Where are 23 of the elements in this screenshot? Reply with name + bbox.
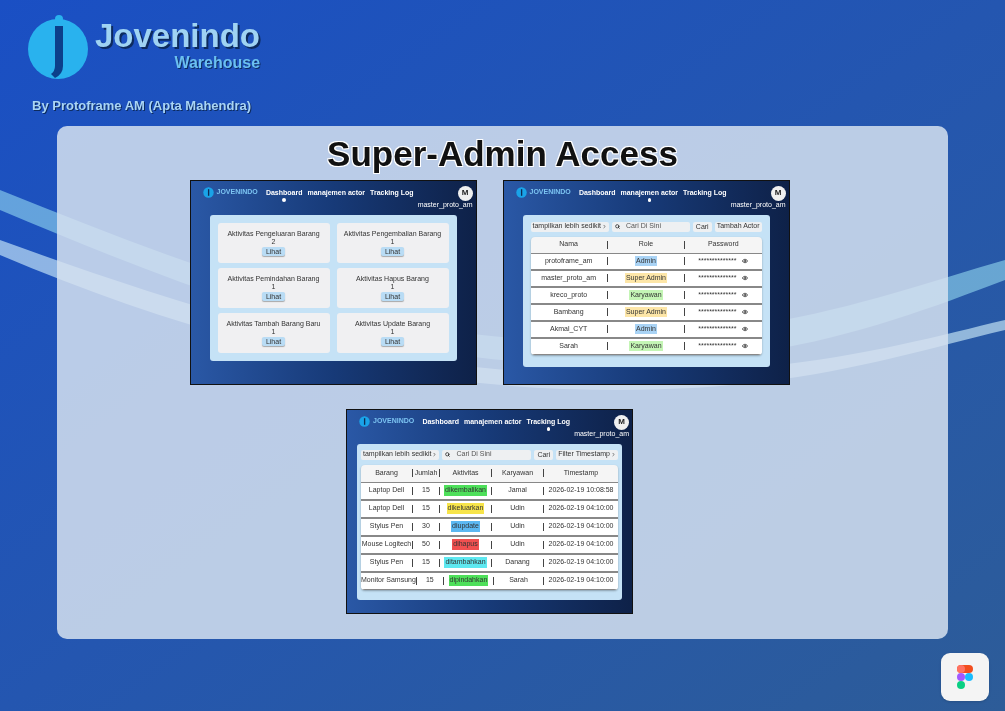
brand-name: Jovenindo [95,18,261,54]
logo-icon [515,186,527,198]
app-logo-icon[interactable] [941,653,989,701]
logo-icon [359,415,370,427]
search-icon [445,452,451,457]
eye-icon[interactable] [742,275,749,281]
eye-icon[interactable] [742,258,749,264]
logo-icon [202,186,214,198]
chevron-icon [602,224,607,229]
avatar[interactable]: M [457,185,473,201]
search-icon [615,224,620,229]
panel-title: Super-Admin Access [327,132,678,175]
eye-icon[interactable] [742,343,749,349]
avatar[interactable]: M [614,414,629,430]
eye-icon[interactable] [742,292,749,298]
brand-subtitle: Warehouse [174,54,261,71]
eye-icon[interactable] [742,309,749,315]
chevron-icon [611,452,616,457]
chevron-icon [432,452,438,457]
eye-icon[interactable] [742,326,749,332]
byline: By Protoframe AM (Apta Mahendra) [32,97,253,115]
logo-icon [25,14,91,80]
avatar[interactable]: M [770,185,786,201]
